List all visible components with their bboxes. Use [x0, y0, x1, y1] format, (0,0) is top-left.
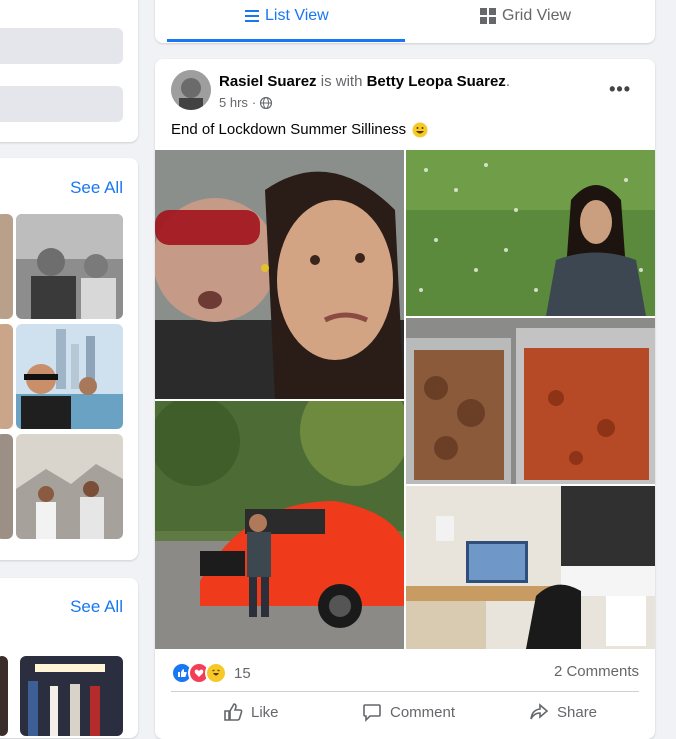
comment-icon — [363, 704, 381, 722]
sidebar-pill-item[interactable]: d — [0, 86, 123, 122]
globe-icon — [260, 96, 273, 109]
photo-thumbnail[interactable] — [16, 214, 123, 319]
photo-thumbnail[interactable] — [0, 214, 13, 319]
post-photo-selfie[interactable] — [155, 150, 404, 399]
see-all-link[interactable]: See All — [70, 178, 123, 198]
tab-label: List View — [265, 7, 329, 24]
thumbnail-image — [16, 324, 123, 429]
photo-image — [155, 401, 404, 649]
photo-image — [406, 150, 655, 316]
post-photo-field[interactable] — [406, 150, 655, 316]
like-label: Like — [251, 703, 279, 721]
post-header: Rasiel Suarez is with Betty Leopa Suarez… — [219, 73, 510, 90]
view-toggle-card: List View Grid View — [155, 0, 655, 43]
grid-icon — [480, 8, 496, 24]
thumbs-up-icon — [224, 703, 243, 721]
post-caption: End of Lockdown Summer Silliness — [171, 121, 428, 138]
comment-label: Comment — [390, 703, 456, 721]
videos-card: See All — [0, 578, 138, 738]
photo-thumbnail[interactable] — [0, 324, 13, 429]
comments-count-link[interactable]: 2 Comments — [554, 663, 639, 680]
with-text: is with — [320, 73, 363, 90]
like-button[interactable]: Like — [223, 702, 279, 722]
tab-label: Grid View — [502, 7, 572, 24]
photo-image — [155, 150, 404, 399]
thumbnail-image — [16, 214, 123, 319]
grinning-face-icon — [412, 122, 428, 137]
caption-text: End of Lockdown Summer Silliness — [171, 121, 407, 138]
divider — [171, 691, 639, 692]
photo-thumbnail[interactable] — [0, 656, 8, 736]
post-time[interactable]: 5 hrs — [219, 95, 248, 110]
tagged-name[interactable]: Betty Leopa Suarez — [367, 73, 506, 90]
post-photo-food[interactable] — [406, 318, 655, 484]
photo-thumbnail[interactable] — [16, 324, 123, 429]
post-photo-desk[interactable] — [406, 486, 655, 649]
haha-reaction-icon — [205, 662, 227, 684]
share-label: Share — [557, 703, 598, 721]
photo-image — [406, 318, 655, 484]
thumbnail-image — [16, 434, 123, 539]
share-button[interactable]: Share — [529, 702, 597, 722]
avatar-image — [171, 70, 211, 110]
tab-list-view[interactable]: List View — [245, 4, 329, 28]
comment-button[interactable]: Comment — [362, 702, 455, 722]
photo-thumbnail[interactable] — [0, 434, 13, 539]
left-sidebar-card: d — [0, 0, 138, 142]
reaction-summary[interactable]: 15 — [171, 662, 251, 684]
sidebar-pill-item[interactable] — [0, 28, 123, 64]
active-tab-indicator — [167, 39, 405, 42]
see-all-link[interactable]: See All — [70, 597, 123, 617]
share-icon — [530, 703, 549, 720]
photo-image — [406, 486, 655, 649]
avatar[interactable] — [171, 70, 211, 110]
post-card: Rasiel Suarez is with Betty Leopa Suarez… — [155, 59, 655, 739]
more-options-icon[interactable]: ••• — [609, 79, 631, 100]
list-icon — [245, 10, 259, 22]
author-name[interactable]: Rasiel Suarez — [219, 73, 317, 90]
thumbnail-image — [20, 656, 123, 736]
post-photo-car[interactable] — [155, 401, 404, 649]
post-meta: 5 hrs · — [219, 95, 273, 110]
photo-thumbnail[interactable] — [16, 434, 123, 539]
photos-card: See All — [0, 158, 138, 560]
tab-grid-view[interactable]: Grid View — [480, 4, 571, 28]
reaction-count: 15 — [234, 664, 251, 682]
photo-thumbnail[interactable] — [20, 656, 123, 736]
